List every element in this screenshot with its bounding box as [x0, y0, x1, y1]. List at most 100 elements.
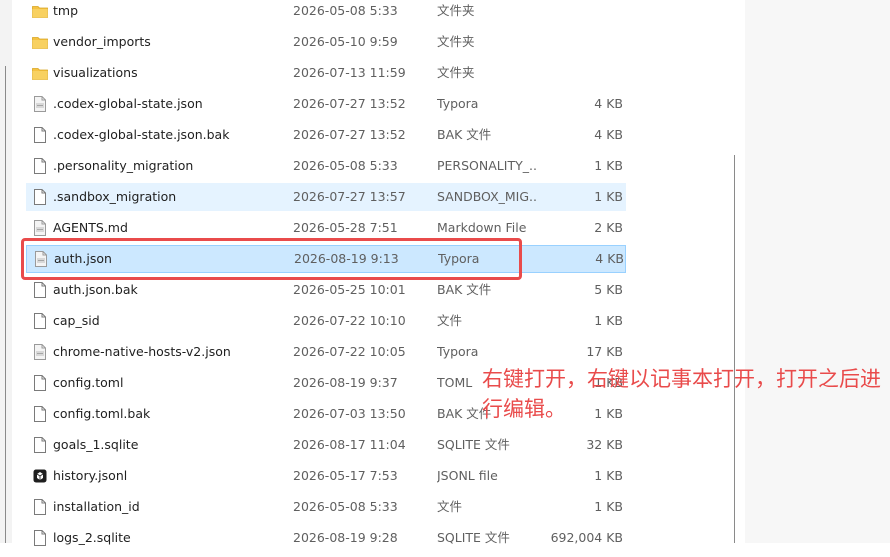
jsonl-file-icon	[32, 467, 48, 485]
file-modified-date: 2026-07-03 13:50	[293, 406, 406, 421]
folder-icon	[32, 64, 48, 82]
file-list-scrollbar[interactable]	[734, 155, 735, 543]
file-name: chrome-native-hosts-v2.json	[53, 344, 231, 359]
file-type: BAK 文件	[437, 127, 492, 142]
navigation-pane-edge	[0, 0, 12, 543]
file-type: 文件	[437, 313, 463, 328]
file-row[interactable]: tmp 2026-05-08 5:33 文件夹	[26, 0, 626, 25]
file-type: JSONL file	[437, 468, 498, 483]
navigation-pane-scrollbar[interactable]	[5, 66, 6, 543]
file-modified-date: 2026-05-08 5:33	[293, 3, 398, 18]
file-type: Markdown File	[437, 220, 527, 235]
file-row[interactable]: installation_id 2026-05-08 5:33 文件 1 KB	[26, 493, 626, 521]
file-type: BAK 文件	[437, 282, 492, 297]
file-type: PERSONALITY_...	[437, 158, 537, 173]
file-size: 692,004 KB	[550, 530, 623, 545]
file-name: .codex-global-state.json	[53, 96, 203, 111]
preview-pane	[745, 0, 890, 543]
folder-icon	[32, 2, 48, 20]
file-row[interactable]: vendor_imports 2026-05-10 9:59 文件夹	[26, 28, 626, 56]
file-name: visualizations	[53, 65, 138, 80]
file-size: 1 KB	[594, 468, 623, 483]
file-name: tmp	[53, 3, 79, 18]
annotation-text: 右键打开，右键以记事本打开，打开之后进行编辑。	[482, 367, 881, 421]
file-modified-date: 2026-07-27 13:52	[293, 96, 406, 111]
file-name: config.toml.bak	[53, 406, 151, 421]
file-type: 文件	[437, 499, 463, 514]
file-name: auth.json.bak	[53, 282, 138, 297]
file-modified-date: 2026-07-22 10:10	[293, 313, 406, 328]
file-name: cap_sid	[53, 313, 100, 328]
file-row[interactable]: auth.json.bak 2026-05-25 10:01 BAK 文件 5 KB	[26, 276, 626, 304]
file-row[interactable]: .codex-global-state.json.bak 2026-07-27 1…	[26, 121, 626, 149]
file-modified-date: 2026-05-08 5:33	[293, 158, 398, 173]
file-name: .personality_migration	[53, 158, 194, 173]
file-name: goals_1.sqlite	[53, 437, 139, 452]
file-icon	[32, 188, 48, 206]
file-size: 5 KB	[594, 282, 623, 297]
file-row[interactable]: auth.json 2026-08-19 9:13 Typora 4 KB	[26, 245, 626, 273]
file-type: SANDBOX_MIG...	[437, 189, 537, 204]
file-row[interactable]: .codex-global-state.json 2026-07-27 13:52…	[26, 90, 626, 118]
file-name: history.jsonl	[53, 468, 128, 483]
file-size: 4 KB	[595, 251, 624, 266]
file-modified-date: 2026-08-17 11:04	[293, 437, 406, 452]
file-modified-date: 2026-08-19 9:28	[293, 530, 398, 545]
typora-file-icon	[32, 343, 48, 361]
file-modified-date: 2026-08-19 9:37	[293, 375, 398, 390]
file-row[interactable]: cap_sid 2026-07-22 10:10 文件 1 KB	[26, 307, 626, 335]
file-name: config.toml	[53, 375, 124, 390]
file-row[interactable]: logs_2.sqlite 2026-08-19 9:28 SQLITE 文件 692…	[26, 524, 626, 552]
typora-file-icon	[32, 95, 48, 113]
file-modified-date: 2026-05-25 10:01	[293, 282, 406, 297]
file-name: auth.json	[54, 251, 112, 266]
file-modified-date: 2026-05-08 5:33	[293, 499, 398, 514]
file-size: 1 KB	[594, 499, 623, 514]
file-icon	[32, 405, 48, 423]
file-row[interactable]: .personality_migration 2026-05-08 5:33 PER…	[26, 152, 626, 180]
file-row[interactable]: AGENTS.md 2026-05-28 7:51 Markdown File 2 K…	[26, 214, 626, 242]
file-icon	[32, 498, 48, 516]
file-size: 2 KB	[594, 220, 623, 235]
typora-file-icon	[32, 219, 48, 237]
file-list: tmp 2026-05-08 5:33 文件夹 vendor_imports 2026-…	[26, 0, 628, 546]
file-row[interactable]: goals_1.sqlite 2026-08-17 11:04 SQLITE 文件 3…	[26, 431, 626, 459]
file-name: vendor_imports	[53, 34, 151, 49]
file-name: .sandbox_migration	[53, 189, 177, 204]
file-size	[528, 0, 623, 25]
file-type: 文件夹	[437, 65, 475, 80]
file-name: logs_2.sqlite	[53, 530, 131, 545]
file-modified-date: 2026-05-17 7:53	[293, 468, 398, 483]
file-icon	[32, 157, 48, 175]
file-icon	[32, 529, 48, 547]
file-row[interactable]: .sandbox_migration 2026-07-27 13:57 SANDBO…	[26, 183, 626, 211]
file-size: 17 KB	[586, 344, 623, 359]
file-modified-date: 2026-08-19 9:13	[294, 251, 399, 266]
file-size: 1 KB	[594, 313, 623, 328]
file-modified-date: 2026-07-27 13:52	[293, 127, 406, 142]
file-size: 32 KB	[586, 437, 623, 452]
typora-file-icon	[33, 250, 49, 268]
file-name: .codex-global-state.json.bak	[53, 127, 230, 142]
file-row[interactable]: history.jsonl 2026-05-17 7:53 JSONL file 1 …	[26, 462, 626, 490]
folder-icon	[32, 33, 48, 51]
file-size: 1 KB	[594, 189, 623, 204]
file-type: SQLITE 文件	[437, 530, 510, 545]
file-size: 4 KB	[594, 127, 623, 142]
file-size: 1 KB	[594, 158, 623, 173]
file-type: Typora	[437, 344, 479, 359]
file-icon	[32, 436, 48, 454]
file-type: 文件夹	[437, 3, 475, 18]
file-modified-date: 2026-07-27 13:57	[293, 189, 406, 204]
file-size	[528, 28, 623, 56]
file-type: SQLITE 文件	[437, 437, 510, 452]
file-size: 4 KB	[594, 96, 623, 111]
file-name: installation_id	[53, 499, 140, 514]
file-modified-date: 2026-07-22 10:05	[293, 344, 406, 359]
file-type: 文件夹	[437, 34, 475, 49]
file-modified-date: 2026-07-13 11:59	[293, 65, 406, 80]
file-name: AGENTS.md	[53, 220, 128, 235]
file-row[interactable]: chrome-native-hosts-v2.json 2026-07-22 10…	[26, 338, 626, 366]
file-size	[528, 59, 623, 87]
file-row[interactable]: visualizations 2026-07-13 11:59 文件夹	[26, 59, 626, 87]
